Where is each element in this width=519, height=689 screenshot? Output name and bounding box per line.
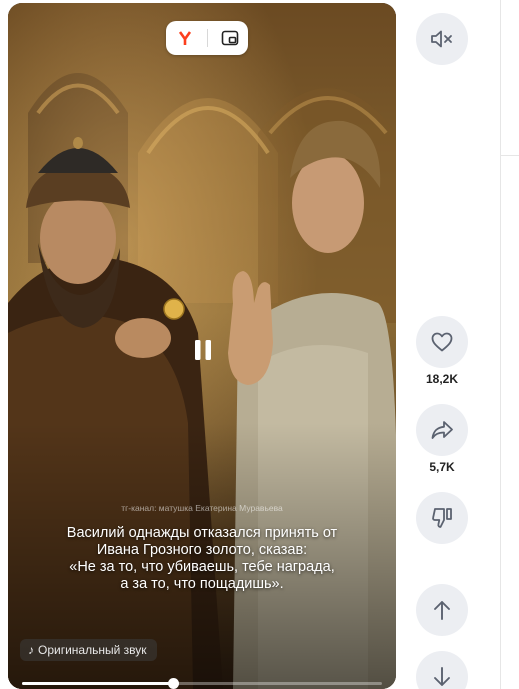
speaker-muted-icon (431, 30, 452, 48)
panel-divider-horizontal (501, 155, 519, 156)
like-count: 18,2K (425, 372, 459, 386)
caption-line: Василий однажды отказался принять от (66, 525, 338, 541)
thumbs-down-icon (432, 508, 452, 528)
top-controls-pill (166, 21, 248, 55)
video-caption: Василий однажды отказался принять от Ива… (22, 525, 382, 593)
shorts-player-page: тг-канал: матушка Екатерина Муравьева Ва… (0, 0, 519, 689)
channel-watermark: тг-канал: матушка Екатерина Муравьева (121, 503, 283, 513)
panel-divider (500, 0, 501, 689)
previous-video-button[interactable] (416, 584, 468, 636)
caption-line: Ивана Грозного золото, сказав: (96, 542, 308, 558)
like-button[interactable] (416, 316, 468, 368)
share-arrow-icon (431, 421, 453, 439)
progress-bar[interactable] (22, 678, 382, 689)
caption-line: а за то, что пощадишь». (120, 576, 284, 592)
yandex-logo-icon[interactable] (170, 23, 200, 53)
picture-in-picture-icon[interactable] (215, 23, 245, 53)
next-video-button[interactable] (416, 651, 468, 689)
sound-label: Оригинальный звук (38, 643, 147, 657)
share-button[interactable] (416, 404, 468, 456)
dislike-button[interactable] (416, 492, 468, 544)
pause-button[interactable] (183, 328, 223, 372)
share-count: 5,7K (429, 460, 455, 474)
mute-button[interactable] (416, 13, 468, 65)
caption-line: «Не за то, что убиваешь, тебе награда, (69, 559, 335, 575)
progress-fill (22, 682, 174, 685)
arrow-down-icon (434, 667, 450, 686)
pill-divider (206, 29, 208, 47)
original-sound-button[interactable]: ♪ Оригинальный звук (20, 639, 157, 661)
pause-icon (195, 340, 211, 360)
music-note-icon: ♪ (28, 643, 34, 657)
heart-icon (431, 332, 453, 352)
video-player[interactable]: тг-канал: матушка Екатерина Муравьева Ва… (8, 3, 396, 689)
arrow-up-icon (434, 601, 450, 620)
